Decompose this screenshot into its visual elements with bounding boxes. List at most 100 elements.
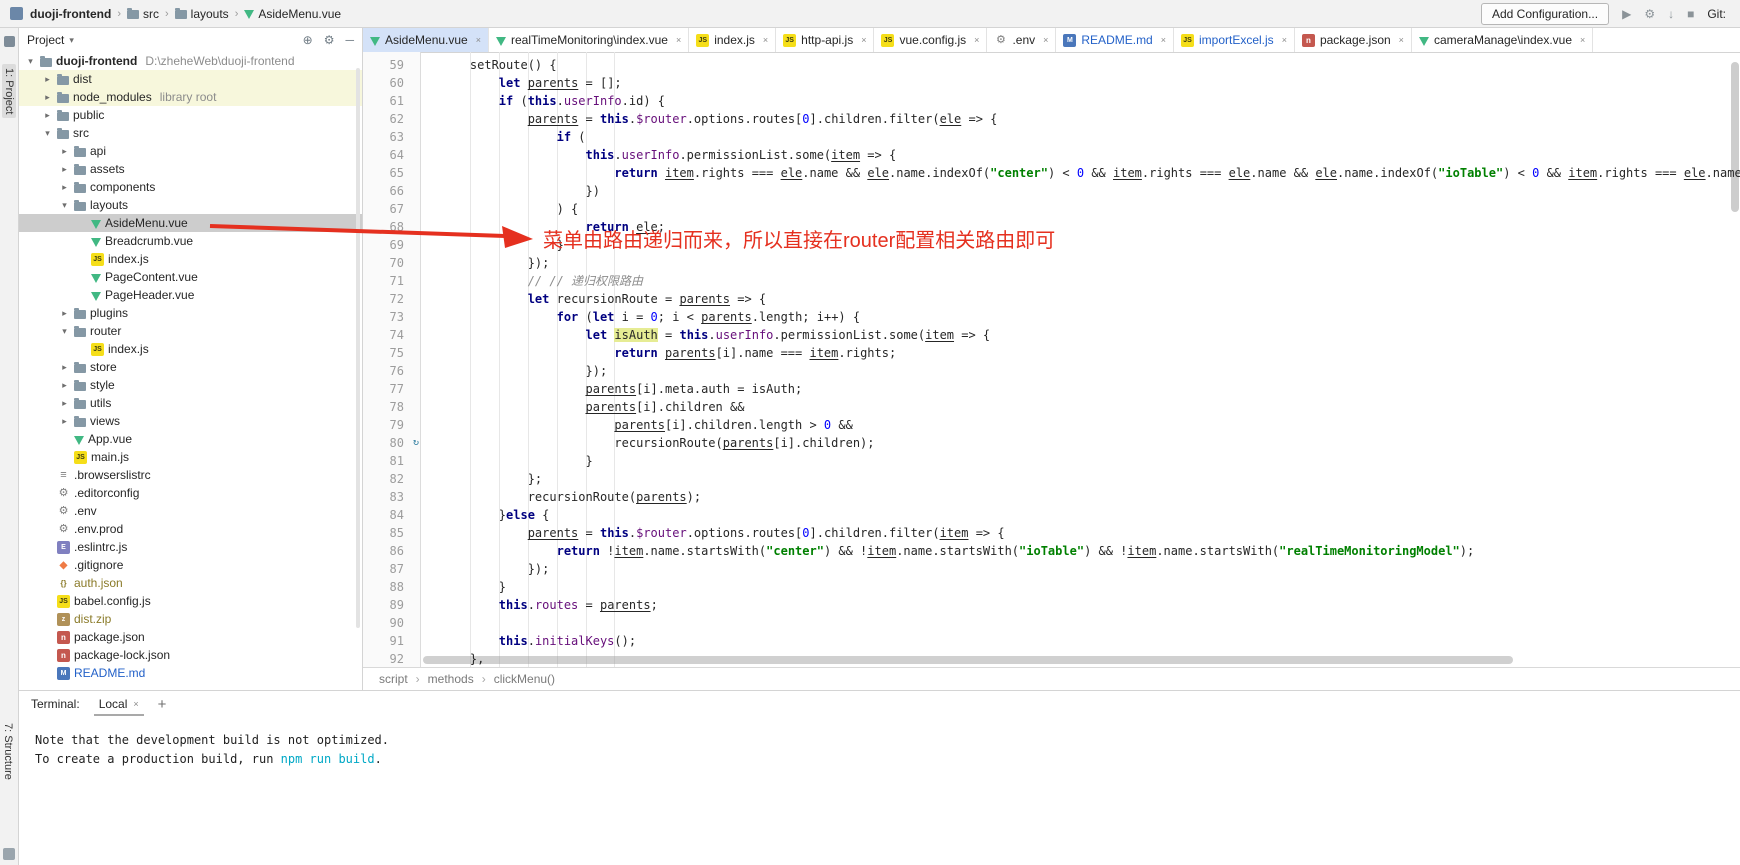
- tree-item-index.js[interactable]: JSindex.js: [19, 340, 362, 358]
- update-project-icon[interactable]: ↓: [1668, 8, 1674, 20]
- line-number[interactable]: 89: [363, 596, 420, 614]
- tree-item-PageContent.vue[interactable]: PageContent.vue: [19, 268, 362, 286]
- code-line[interactable]: });: [441, 254, 1740, 272]
- close-icon[interactable]: ×: [861, 35, 866, 45]
- close-icon[interactable]: ×: [133, 699, 138, 709]
- line-number[interactable]: 90: [363, 614, 420, 632]
- tree-item-PageHeader.vue[interactable]: PageHeader.vue: [19, 286, 362, 304]
- tab-.env[interactable]: ⚙.env×: [987, 28, 1056, 52]
- line-number[interactable]: 60: [363, 74, 420, 92]
- code-line[interactable]: return !item.name.startsWith("center") &…: [441, 542, 1740, 560]
- chevron-right-icon[interactable]: ▸: [59, 308, 70, 319]
- tree-item-style[interactable]: ▸style: [19, 376, 362, 394]
- tree-item-plugins[interactable]: ▸plugins: [19, 304, 362, 322]
- line-number[interactable]: 91: [363, 632, 420, 650]
- tree-item-public[interactable]: ▸public: [19, 106, 362, 124]
- code-line[interactable]: // // 递归权限路由: [441, 272, 1740, 290]
- code-line[interactable]: }else {: [441, 506, 1740, 524]
- code-line[interactable]: if (this.userInfo.id) {: [441, 92, 1740, 110]
- add-configuration-button[interactable]: Add Configuration...: [1481, 3, 1609, 25]
- settings-icon[interactable]: ⚙: [1644, 8, 1655, 20]
- line-number[interactable]: 74: [363, 326, 420, 344]
- line-number[interactable]: 78: [363, 398, 420, 416]
- line-number[interactable]: 72: [363, 290, 420, 308]
- line-number[interactable]: 77: [363, 380, 420, 398]
- chevron-right-icon[interactable]: ▸: [42, 92, 53, 103]
- close-icon[interactable]: ×: [763, 35, 768, 45]
- tree-item-.browserslistrc[interactable]: ≡.browserslistrc: [19, 466, 362, 484]
- code-line[interactable]: recursionRoute(parents[i].children);: [441, 434, 1740, 452]
- code-line[interactable]: let recursionRoute = parents => {: [441, 290, 1740, 308]
- tree-item-index.js[interactable]: JSindex.js: [19, 250, 362, 268]
- tree-item-.eslintrc.js[interactable]: E.eslintrc.js: [19, 538, 362, 556]
- chevron-right-icon[interactable]: ▸: [59, 380, 70, 391]
- code-line[interactable]: return item.rights === ele.name && ele.n…: [441, 164, 1740, 182]
- tree-item-.gitignore[interactable]: ◆.gitignore: [19, 556, 362, 574]
- close-icon[interactable]: ×: [676, 35, 681, 45]
- code-line[interactable]: parents = this.$router.options.routes[0]…: [441, 110, 1740, 128]
- chevron-right-icon[interactable]: ▸: [59, 182, 70, 193]
- terminal-output[interactable]: Note that the development build is not o…: [19, 717, 1740, 769]
- line-number[interactable]: 88: [363, 578, 420, 596]
- project-scrollbar[interactable]: [356, 68, 360, 628]
- tab-importExcel.js[interactable]: JSimportExcel.js×: [1174, 28, 1295, 52]
- code-line[interactable]: ) {: [441, 200, 1740, 218]
- tree-item-.env[interactable]: ⚙.env: [19, 502, 362, 520]
- line-number[interactable]: 67: [363, 200, 420, 218]
- tree-item-package.json[interactable]: npackage.json: [19, 628, 362, 646]
- locate-icon[interactable]: ⊕: [303, 33, 313, 47]
- code-line[interactable]: parents = this.$router.options.routes[0]…: [441, 524, 1740, 542]
- tree-item-.editorconfig[interactable]: ⚙.editorconfig: [19, 484, 362, 502]
- tree-item-store[interactable]: ▸store: [19, 358, 362, 376]
- tree-item-AsideMenu.vue[interactable]: AsideMenu.vue: [19, 214, 362, 232]
- code-line[interactable]: let parents = [];: [441, 74, 1740, 92]
- project-tool-icon[interactable]: [4, 36, 15, 47]
- chevron-down-icon[interactable]: ▾: [25, 56, 36, 67]
- tree-item-App.vue[interactable]: App.vue: [19, 430, 362, 448]
- line-number[interactable]: 63: [363, 128, 420, 146]
- breadcrumb-script[interactable]: script: [379, 672, 408, 686]
- code-line[interactable]: parents[i].children &&: [441, 398, 1740, 416]
- tree-item-main.js[interactable]: JSmain.js: [19, 448, 362, 466]
- hide-panel-icon[interactable]: ─: [345, 33, 354, 47]
- tree-item-node_modules[interactable]: ▸node_moduleslibrary root: [19, 88, 362, 106]
- line-number[interactable]: 80↻: [363, 434, 420, 452]
- tab-package.json[interactable]: npackage.json×: [1295, 28, 1412, 52]
- line-number[interactable]: 61: [363, 92, 420, 110]
- tree-item-dist[interactable]: ▸dist: [19, 70, 362, 88]
- code-line[interactable]: recursionRoute(parents);: [441, 488, 1740, 506]
- code-area[interactable]: setRoute() { let parents = []; if (this.…: [421, 52, 1740, 668]
- tree-item-package-lock.json[interactable]: npackage-lock.json: [19, 646, 362, 664]
- code-line[interactable]: },: [441, 650, 1740, 668]
- chevron-right-icon[interactable]: ▸: [42, 74, 53, 85]
- tool-button-project[interactable]: 1: Project: [2, 64, 16, 118]
- tree-item-layouts[interactable]: ▾layouts: [19, 196, 362, 214]
- code-line[interactable]: setRoute() {: [441, 56, 1740, 74]
- chevron-down-icon[interactable]: ▾: [59, 326, 70, 337]
- chevron-right-icon[interactable]: ▸: [42, 110, 53, 121]
- code-line[interactable]: };: [441, 470, 1740, 488]
- tree-item-components[interactable]: ▸components: [19, 178, 362, 196]
- line-number[interactable]: 82: [363, 470, 420, 488]
- close-icon[interactable]: ×: [1043, 35, 1048, 45]
- chevron-down-icon[interactable]: ▾: [69, 35, 74, 46]
- line-number[interactable]: 65: [363, 164, 420, 182]
- line-number[interactable]: 70: [363, 254, 420, 272]
- line-number[interactable]: 66: [363, 182, 420, 200]
- line-number[interactable]: 92: [363, 650, 420, 668]
- line-number[interactable]: 69: [363, 236, 420, 254]
- code-line[interactable]: });: [441, 560, 1740, 578]
- tree-item-duoji-frontend[interactable]: ▾duoji-frontendD:\zheheWeb\duoji-fronten…: [19, 52, 362, 70]
- code-line[interactable]: if (: [441, 128, 1740, 146]
- tab-vue.config.js[interactable]: JSvue.config.js×: [874, 28, 987, 52]
- code-line[interactable]: parents[i].meta.auth = isAuth;: [441, 380, 1740, 398]
- chevron-right-icon[interactable]: ▸: [59, 416, 70, 427]
- gear-icon[interactable]: ⚙: [324, 33, 335, 47]
- code-line[interactable]: parents[i].children.length > 0 &&: [441, 416, 1740, 434]
- tree-item-.env.prod[interactable]: ⚙.env.prod: [19, 520, 362, 538]
- tree-item-README.md[interactable]: MREADME.md: [19, 664, 362, 682]
- close-icon[interactable]: ×: [974, 35, 979, 45]
- breadcrumb-methods[interactable]: methods: [428, 672, 474, 686]
- tree-item-views[interactable]: ▸views: [19, 412, 362, 430]
- title-crumb-layouts[interactable]: layouts: [175, 7, 229, 21]
